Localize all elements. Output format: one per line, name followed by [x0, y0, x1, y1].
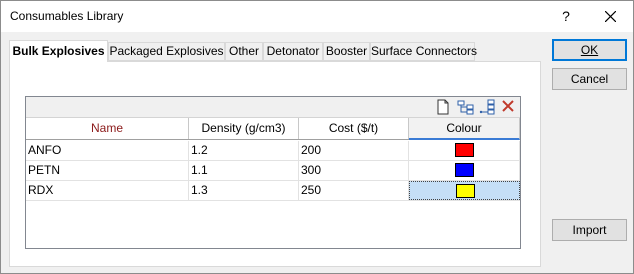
column-header-cost[interactable]: Cost ($/t) — [299, 118, 409, 139]
insert-row-icon[interactable] — [457, 99, 475, 116]
help-button[interactable]: ? — [551, 1, 581, 32]
import-button[interactable]: Import — [552, 219, 627, 241]
close-icon — [605, 11, 616, 22]
title-bar: Consumables Library ? — [1, 1, 633, 32]
ok-button-label: OK — [580, 43, 599, 57]
new-document-icon[interactable] — [436, 99, 454, 116]
column-header-name[interactable]: Name — [26, 118, 189, 139]
cell-colour[interactable] — [409, 161, 520, 180]
cell-density[interactable]: 1.2 — [189, 141, 299, 160]
import-button-label: Import — [572, 223, 607, 237]
tab-packaged-explosives[interactable]: Packaged Explosives — [108, 42, 225, 61]
close-button[interactable] — [595, 1, 627, 32]
cell-colour[interactable] — [409, 141, 520, 160]
window-title: Consumables Library — [10, 9, 124, 23]
tab-bulk-explosives[interactable]: Bulk Explosives — [9, 40, 108, 62]
table-row[interactable]: RDX 1.3 250 — [26, 181, 520, 201]
table-row[interactable]: ANFO 1.2 200 — [26, 141, 520, 161]
cell-name[interactable]: ANFO — [26, 141, 189, 160]
consumables-grid: Name Density (g/cm3) Cost ($/t) Colour A… — [25, 96, 521, 249]
cancel-button[interactable]: Cancel — [552, 68, 627, 90]
tab-detonator[interactable]: Detonator — [263, 42, 323, 61]
cancel-button-label: Cancel — [570, 72, 609, 86]
tab-other[interactable]: Other — [225, 42, 263, 61]
cell-cost[interactable]: 200 — [299, 141, 409, 160]
table-row[interactable]: PETN 1.1 300 — [26, 161, 520, 181]
tab-booster[interactable]: Booster — [323, 42, 370, 61]
grid-toolbar — [26, 97, 520, 118]
cell-cost[interactable]: 250 — [299, 181, 409, 200]
ok-button[interactable]: OK — [552, 39, 627, 61]
cell-cost[interactable]: 300 — [299, 161, 409, 180]
tab-surface-connectors[interactable]: Surface Connectors — [370, 42, 477, 61]
consumables-dialog: Consumables Library ? Bulk Explosives Pa… — [0, 0, 634, 274]
grid-header: Name Density (g/cm3) Cost ($/t) Colour — [26, 118, 520, 140]
cell-density[interactable]: 1.1 — [189, 161, 299, 180]
delete-icon[interactable] — [501, 99, 519, 116]
cell-name[interactable]: RDX — [26, 181, 189, 200]
cell-density[interactable]: 1.3 — [189, 181, 299, 200]
column-header-density[interactable]: Density (g/cm3) — [189, 118, 299, 139]
colour-swatch[interactable] — [455, 143, 474, 157]
colour-swatch[interactable] — [456, 184, 475, 198]
colour-swatch[interactable] — [455, 163, 474, 177]
column-header-colour[interactable]: Colour — [409, 118, 520, 140]
cell-colour[interactable] — [409, 181, 520, 200]
cell-name[interactable]: PETN — [26, 161, 189, 180]
append-row-icon[interactable] — [478, 99, 496, 116]
